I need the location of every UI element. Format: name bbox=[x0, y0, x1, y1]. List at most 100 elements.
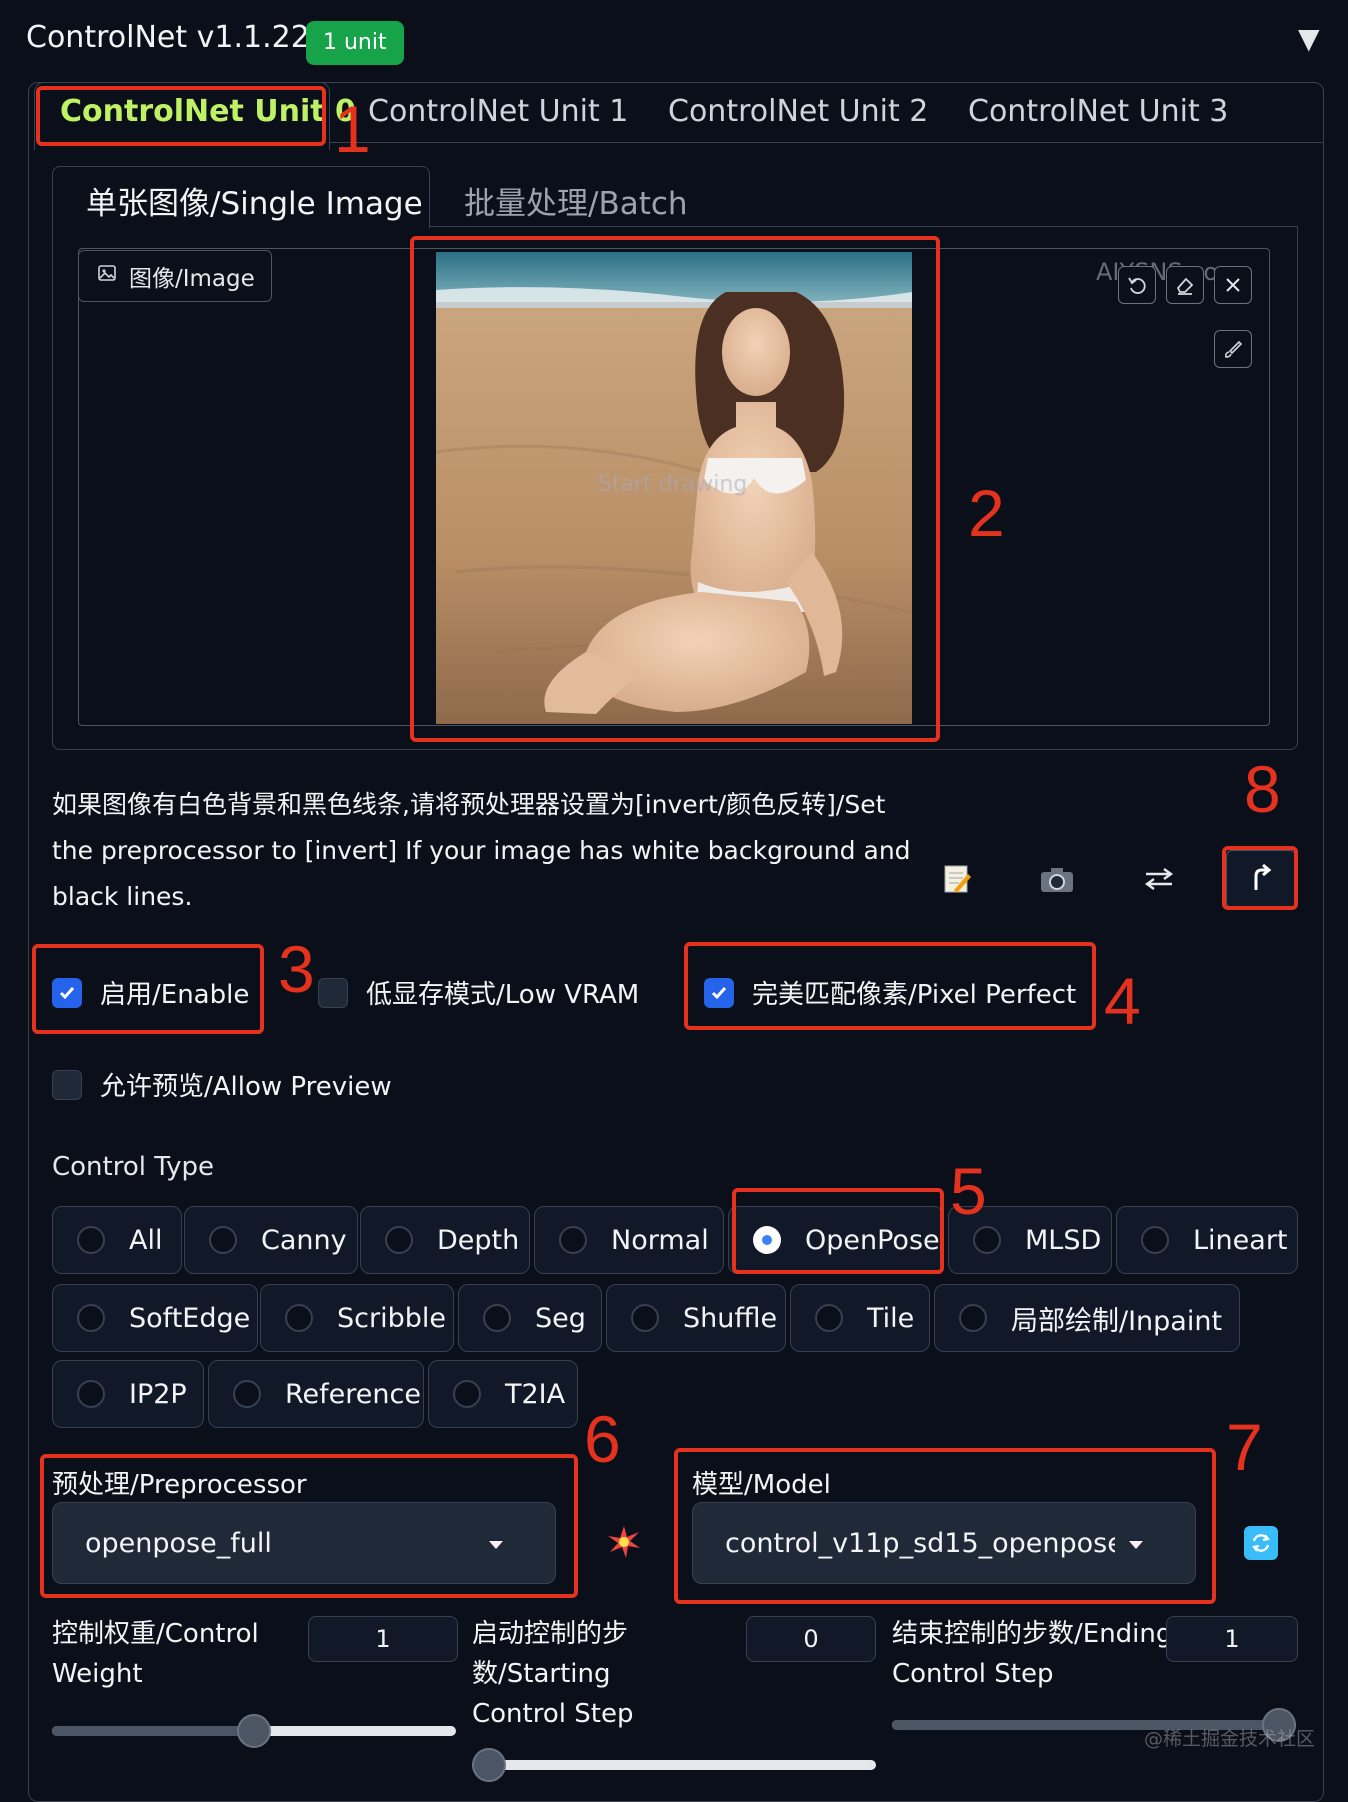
radio-icon bbox=[77, 1380, 105, 1408]
radio-label: Shuffle bbox=[683, 1302, 778, 1334]
starting-step-label: 启动控制的步数/Starting Control Step bbox=[472, 1619, 634, 1729]
annotation-box-1 bbox=[36, 86, 326, 146]
control-type-ip2p[interactable]: IP2P bbox=[52, 1360, 204, 1428]
radio-label: 局部绘制/Inpaint bbox=[1011, 1305, 1223, 1337]
slider-track bbox=[472, 1760, 876, 1770]
radio-label: T2IA bbox=[505, 1378, 566, 1410]
mode-tab-divider bbox=[430, 226, 1298, 227]
ending-step-label: 结束控制的步数/Ending Control Step bbox=[892, 1619, 1173, 1689]
tab-divider bbox=[330, 142, 1324, 143]
control-type-lineart[interactable]: Lineart bbox=[1116, 1206, 1298, 1274]
annotation-box-3 bbox=[32, 944, 264, 1034]
annotation-number-2: 2 bbox=[968, 476, 1005, 550]
checkbox-unchecked-icon bbox=[318, 977, 348, 1008]
control-type-seg[interactable]: Seg bbox=[458, 1284, 602, 1352]
tab-batch[interactable]: 批量处理/Batch bbox=[464, 178, 688, 223]
slider-fill bbox=[52, 1726, 254, 1736]
image-label-text: 图像/Image bbox=[129, 266, 255, 292]
annotation-number-5: 5 bbox=[950, 1154, 987, 1228]
tab-controlnet-unit-3[interactable]: ControlNet Unit 3 bbox=[968, 94, 1228, 129]
radio-icon bbox=[77, 1304, 105, 1332]
eraser-icon[interactable] bbox=[1166, 266, 1204, 304]
control-weight-input[interactable]: 1 bbox=[308, 1616, 458, 1662]
image-label: 图像/Image bbox=[78, 250, 272, 302]
triangle-down-icon[interactable]: ▼ bbox=[1298, 22, 1320, 55]
brush-icon[interactable] bbox=[1214, 330, 1252, 368]
checkbox-unchecked-icon bbox=[52, 1069, 82, 1100]
control-type-normal[interactable]: Normal bbox=[534, 1206, 724, 1274]
radio-label: MLSD bbox=[1025, 1224, 1102, 1256]
annotation-box-4 bbox=[684, 942, 1096, 1030]
control-type-depth[interactable]: Depth bbox=[360, 1206, 530, 1274]
annotation-number-7: 7 bbox=[1226, 1410, 1263, 1484]
close-icon[interactable] bbox=[1214, 266, 1252, 304]
annotation-box-7 bbox=[674, 1448, 1216, 1604]
radio-icon bbox=[1141, 1226, 1169, 1254]
footer-watermark: @稀土掘金技术社区 bbox=[1144, 1728, 1316, 1750]
radio-icon bbox=[959, 1304, 987, 1332]
radio-label: Reference bbox=[285, 1378, 421, 1410]
control-weight-label: 控制权重/Control Weight bbox=[52, 1619, 259, 1689]
slider-thumb[interactable] bbox=[472, 1748, 506, 1782]
tab-controlnet-unit-1[interactable]: ControlNet Unit 1 bbox=[368, 94, 628, 129]
annotation-number-3: 3 bbox=[278, 932, 315, 1006]
radio-label: Depth bbox=[437, 1224, 520, 1256]
radio-icon bbox=[559, 1226, 587, 1254]
starting-step-input[interactable]: 0 bbox=[746, 1616, 876, 1662]
radio-icon bbox=[385, 1226, 413, 1254]
control-type-scribble[interactable]: Scribble bbox=[260, 1284, 454, 1352]
control-type-t2ia[interactable]: T2IA bbox=[428, 1360, 578, 1428]
annotation-number-8: 8 bbox=[1244, 752, 1281, 826]
image-icon bbox=[97, 263, 117, 289]
edit-icon[interactable] bbox=[922, 850, 992, 908]
controlnet-title: ControlNet v1.1.229 bbox=[26, 20, 329, 55]
refresh-icon[interactable] bbox=[1244, 1526, 1278, 1560]
allow-preview-checkbox[interactable]: 允许预览/Allow Preview bbox=[52, 1066, 392, 1103]
unit-count-badge: 1 unit bbox=[306, 21, 404, 65]
radio-icon bbox=[285, 1304, 313, 1332]
control-type-canny[interactable]: Canny bbox=[184, 1206, 358, 1274]
radio-label: Scribble bbox=[337, 1302, 446, 1334]
control-type-reference[interactable]: Reference bbox=[208, 1360, 424, 1428]
radio-icon bbox=[483, 1304, 511, 1332]
radio-label: Lineart bbox=[1193, 1224, 1288, 1256]
tab-single-image[interactable]: 单张图像/Single Image bbox=[86, 178, 423, 223]
radio-icon bbox=[973, 1226, 1001, 1254]
annotation-number-6: 6 bbox=[584, 1402, 621, 1476]
radio-label: Canny bbox=[261, 1224, 347, 1256]
control-type-shuffle[interactable]: Shuffle bbox=[606, 1284, 786, 1352]
control-weight-slider[interactable] bbox=[52, 1714, 456, 1748]
tab-controlnet-unit-2[interactable]: ControlNet Unit 2 bbox=[668, 94, 928, 129]
annotation-box-2 bbox=[410, 236, 940, 742]
preprocessor-hint: 如果图像有白色背景和黑色线条,请将预处理器设置为[invert/颜色反转]/Se… bbox=[52, 790, 911, 911]
low-vram-label: 低显存模式/Low VRAM bbox=[366, 980, 640, 1010]
radio-label: Normal bbox=[611, 1224, 709, 1256]
starting-step-slider[interactable] bbox=[472, 1748, 876, 1782]
slider-thumb[interactable] bbox=[237, 1714, 271, 1748]
swap-icon[interactable] bbox=[1124, 850, 1194, 908]
radio-icon bbox=[453, 1380, 481, 1408]
radio-icon bbox=[77, 1226, 105, 1254]
allow-preview-label: 允许预览/Allow Preview bbox=[100, 1072, 392, 1102]
annotation-box-6 bbox=[40, 1454, 578, 1598]
control-type-tile[interactable]: Tile bbox=[790, 1284, 930, 1352]
radio-icon bbox=[209, 1226, 237, 1254]
control-type-inpaint[interactable]: 局部绘制/Inpaint bbox=[934, 1284, 1240, 1352]
radio-label: Seg bbox=[535, 1302, 586, 1334]
annotation-box-5 bbox=[732, 1188, 944, 1274]
radio-label: SoftEdge bbox=[129, 1302, 251, 1334]
annotation-number-4: 4 bbox=[1104, 964, 1141, 1038]
low-vram-checkbox[interactable]: 低显存模式/Low VRAM bbox=[318, 974, 639, 1011]
radio-label: All bbox=[129, 1224, 163, 1256]
control-type-all[interactable]: All bbox=[52, 1206, 182, 1274]
radio-icon bbox=[233, 1380, 261, 1408]
explosion-icon[interactable] bbox=[606, 1524, 642, 1564]
radio-label: Tile bbox=[867, 1302, 915, 1334]
camera-icon[interactable] bbox=[1022, 850, 1092, 908]
ending-step-input[interactable]: 1 bbox=[1166, 1616, 1298, 1662]
undo-icon[interactable] bbox=[1118, 266, 1156, 304]
annotation-box-8 bbox=[1222, 846, 1298, 910]
annotation-number-1: 1 bbox=[334, 92, 371, 166]
radio-icon bbox=[815, 1304, 843, 1332]
control-type-softedge[interactable]: SoftEdge bbox=[52, 1284, 258, 1352]
